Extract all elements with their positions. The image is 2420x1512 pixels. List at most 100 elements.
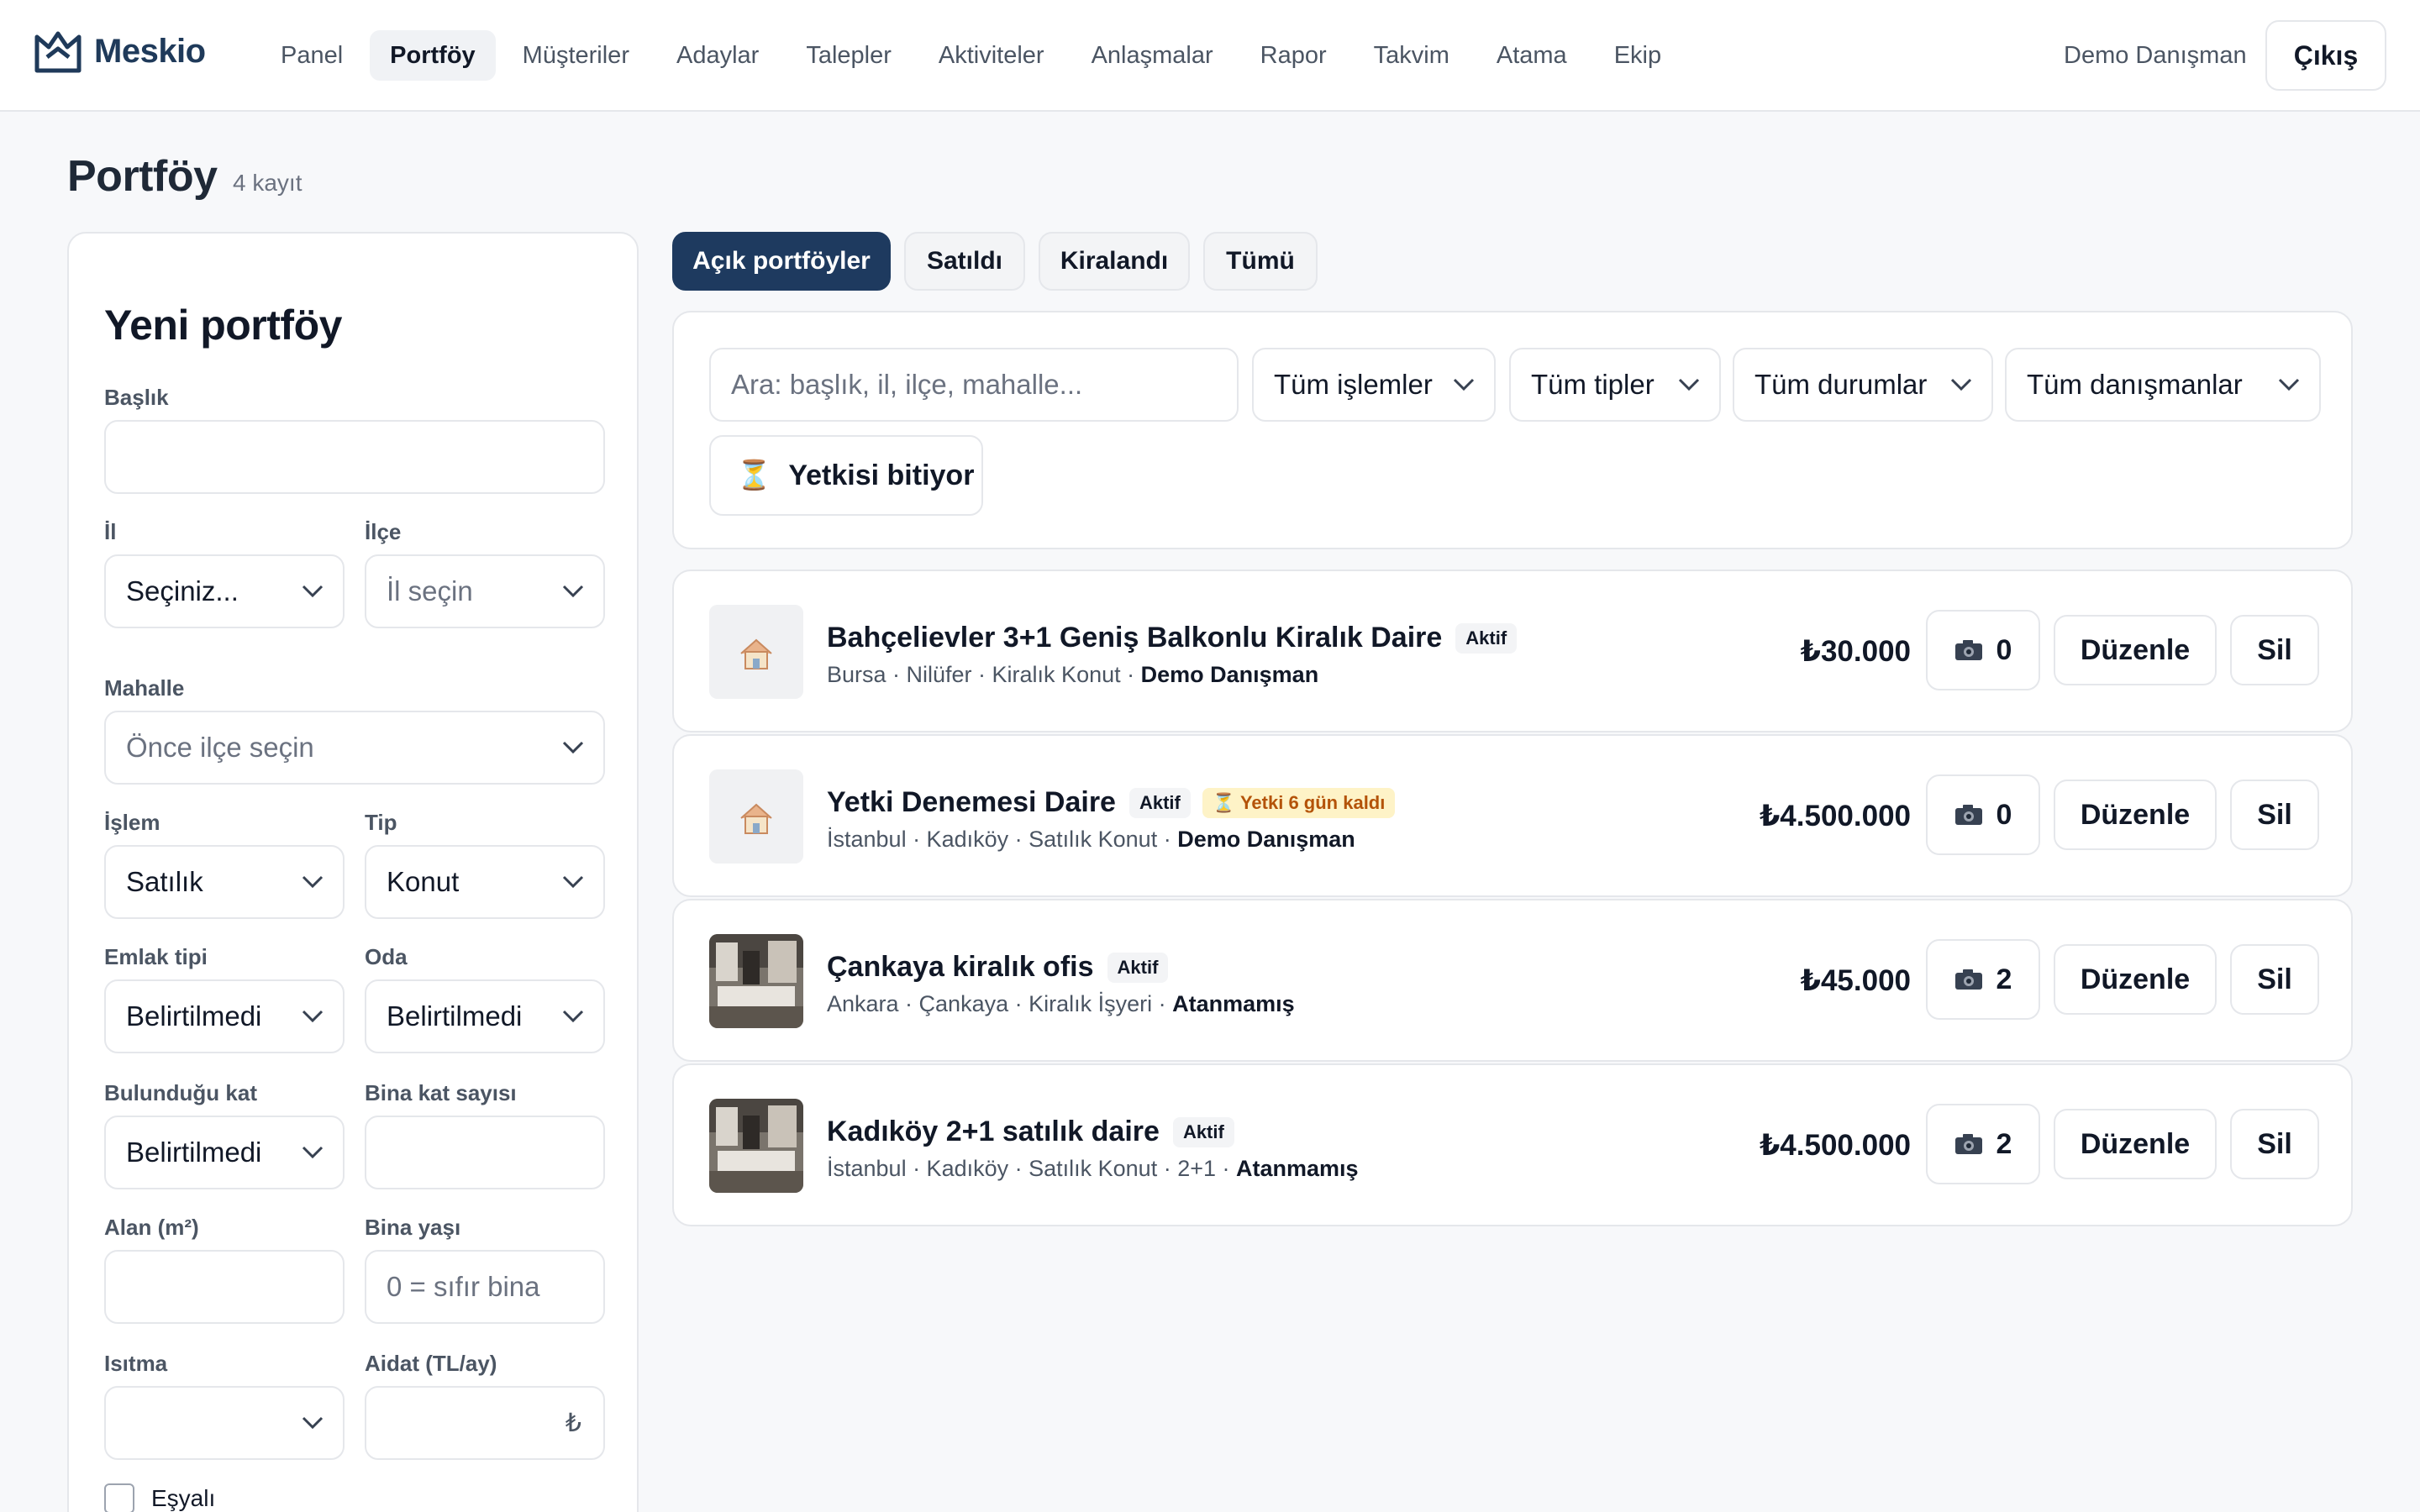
chevron-down-icon [1453,378,1475,391]
durum-filter-select[interactable]: Tüm durumlar [1733,348,1993,422]
islem-filter-value: Tüm işlemler [1274,369,1433,400]
bina-kat-input[interactable] [365,1116,605,1189]
listing-location-text: Ankara · Çankaya · Kiralık İşyeri · [827,991,1173,1016]
nav-item-rapor[interactable]: Rapor [1240,30,1347,81]
edit-button[interactable]: Düzenle [2054,944,2217,1015]
listing-title[interactable]: Bahçelievler 3+1 Geniş Balkonlu Kiralık … [827,622,1442,654]
chevron-down-icon [562,741,584,754]
photos-button[interactable]: 0 [1926,774,2040,855]
listing-location-text: İstanbul · Kadıköy · Satılık Konut · [827,827,1178,852]
form-title: Yeni portföy [104,302,342,349]
nav-item-musteriler[interactable]: Müşteriler [502,30,650,81]
listing-agent: Demo Danışman [1140,662,1319,687]
authority-warning-badge: ⏳ Yetki 6 gün kaldı [1202,787,1396,818]
listing-row[interactable]: Yetki Denemesi Daire Aktif ⏳ Yetki 6 gün k… [672,734,2353,897]
tab-tumu[interactable]: Tümü [1203,232,1318,291]
tip-filter-select[interactable]: Tüm tipler [1509,348,1721,422]
bina-yasi-input[interactable]: 0 = sıfır bina [365,1250,605,1324]
baslik-input[interactable] [104,420,605,494]
expiring-authority-button[interactable]: ⏳ Yetkisi bitiyor [709,435,983,516]
tab-satildi[interactable]: Satıldı [904,232,1025,291]
emlak-tipi-select[interactable]: Belirtilmedi [104,979,345,1053]
mahalle-label: Mahalle [104,675,185,701]
listing-row[interactable]: Bahçelievler 3+1 Geniş Balkonlu Kiralık … [672,570,2353,732]
nav-item-aktiviteler[interactable]: Aktiviteler [918,30,1065,81]
listing-location-text: Bursa · Nilüfer · Kiralık Konut · [827,662,1141,687]
danisman-filter-select[interactable]: Tüm danışmanlar [2005,348,2321,422]
islem-select[interactable]: Satılık [104,845,345,919]
oda-label: Oda [365,944,408,969]
hourglass-icon: ⏳ [736,459,772,491]
listing-agent: Atanmamış [1172,991,1295,1016]
delete-button[interactable]: Sil [2230,780,2319,850]
nav-item-atama[interactable]: Atama [1476,30,1587,81]
photos-button[interactable]: 2 [1926,1104,2040,1184]
chevron-down-icon [302,1146,324,1159]
interior-photo-icon [709,934,803,1028]
edit-button[interactable]: Düzenle [2054,1109,2217,1179]
mahalle-select[interactable]: Önce ilçe seçin [104,711,605,785]
nav-item-ekip[interactable]: Ekip [1594,30,1681,81]
nav-item-anlasmalar[interactable]: Anlaşmalar [1071,30,1234,81]
nav-item-talepler[interactable]: Talepler [786,30,912,81]
status-badge: Aktif [1172,1116,1234,1147]
esyali-checkbox[interactable] [104,1483,134,1512]
il-select[interactable]: Seçiniz... [104,554,345,628]
edit-button[interactable]: Düzenle [2054,615,2217,685]
danisman-filter-value: Tüm danışmanlar [2027,369,2243,400]
listing-row[interactable]: Çankaya kiralık ofis Aktif Ankara · Çankay… [672,899,2353,1062]
ilce-select-placeholder: İl seçin [387,575,473,606]
listing-location: İstanbul · Kadıköy · Satılık Konut · 2+1… [827,1156,1359,1182]
photos-button[interactable]: 2 [1926,939,2040,1020]
ilce-select[interactable]: İl seçin [365,554,605,628]
nav-item-panel[interactable]: Panel [260,30,363,81]
tip-label: Tip [365,810,397,835]
top-navigation-bar: Meskio Panel Portföy Müşteriler Adaylar … [0,0,2420,112]
listing-title-row: Çankaya kiralık ofis Aktif [827,951,1169,984]
tab-kiralandi[interactable]: Kiralandı [1039,232,1190,291]
isitma-select[interactable] [104,1386,345,1460]
aidat-input[interactable]: ₺ [365,1386,605,1460]
listing-thumbnail[interactable] [709,769,803,864]
photos-button[interactable]: 0 [1926,610,2040,690]
listing-thumbnail[interactable] [709,934,803,1028]
delete-button[interactable]: Sil [2230,1109,2319,1179]
listing-title[interactable]: Kadıköy 2+1 satılık daire [827,1116,1160,1148]
logout-button[interactable]: Çıkış [2265,20,2386,91]
interior-photo-icon [709,1099,803,1193]
kat-select[interactable]: Belirtilmedi [104,1116,345,1189]
durum-filter-value: Tüm durumlar [1754,369,1928,400]
search-input[interactable]: Ara: başlık, il, ilçe, mahalle... [709,348,1239,422]
alan-label: Alan (m²) [104,1215,199,1240]
filter-panel: Ara: başlık, il, ilçe, mahalle... Tüm iş… [672,311,2353,549]
il-label: İl [104,519,117,544]
delete-button[interactable]: Sil [2230,615,2319,685]
listing-thumbnail[interactable] [709,1099,803,1193]
nav-item-portfoy[interactable]: Portföy [370,30,496,81]
listing-thumbnail[interactable] [709,605,803,699]
alan-input[interactable] [104,1250,345,1324]
tip-select[interactable]: Konut [365,845,605,919]
chevron-down-icon [1950,378,1972,391]
tab-acik-portfoyler[interactable]: Açık portföyler [672,232,891,291]
nav-item-takvim[interactable]: Takvim [1354,30,1470,81]
brand-logo[interactable]: Meskio [34,29,206,74]
delete-button[interactable]: Sil [2230,944,2319,1015]
islem-filter-select[interactable]: Tüm işlemler [1252,348,1496,422]
nav-item-adaylar[interactable]: Adaylar [656,30,779,81]
listing-price: ₺30.000 [1800,635,1911,668]
status-badge: Aktif [1128,787,1191,818]
oda-select[interactable]: Belirtilmedi [365,979,605,1053]
listing-title[interactable]: Yetki Denemesi Daire [827,786,1116,819]
listing-location-text: İstanbul · Kadıköy · Satılık Konut · 2+1… [827,1156,1236,1181]
listing-title[interactable]: Çankaya kiralık ofis [827,951,1094,984]
listing-row[interactable]: Kadıköy 2+1 satılık daire Aktif İstanbul ·… [672,1063,2353,1226]
listing-agent: Atanmamış [1236,1156,1359,1181]
edit-button[interactable]: Düzenle [2054,780,2217,850]
record-count: 4 kayıt [233,170,302,196]
tip-select-value: Konut [387,866,460,897]
camera-icon [1954,1134,1982,1154]
status-badge: Aktif [1455,622,1518,654]
camera-icon [1954,969,1982,990]
photo-count: 0 [1996,633,2012,666]
